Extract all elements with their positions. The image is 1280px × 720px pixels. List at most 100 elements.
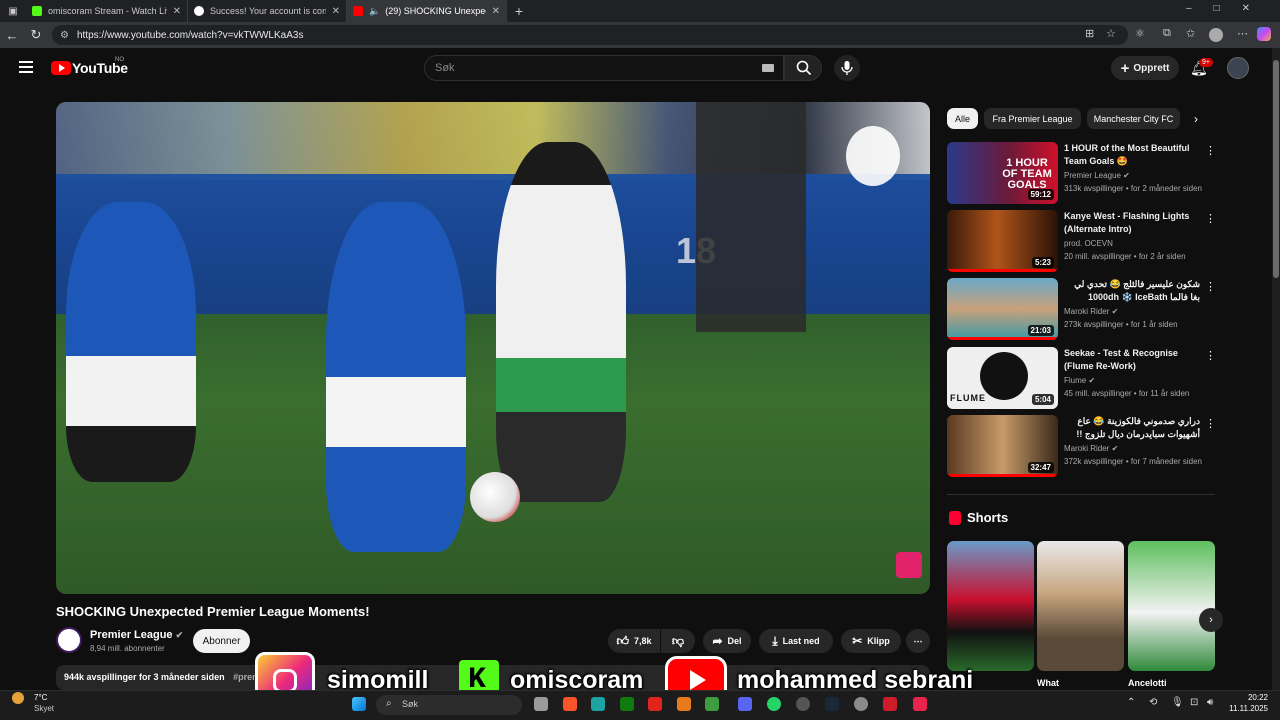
video-title[interactable]: 1 HOUR of the Most Beautiful Team Goals …	[1064, 142, 1200, 168]
short-item[interactable]	[1037, 541, 1124, 671]
video-thumbnail[interactable]: FLUME 5:04	[947, 347, 1058, 409]
taskbar-search[interactable]: Søk	[376, 695, 522, 715]
tray-mic-icon[interactable]: 🎙︎	[1171, 697, 1184, 708]
close-tab-icon[interactable]: ✕	[167, 6, 181, 17]
app-icon[interactable]	[913, 697, 927, 711]
app-icon[interactable]	[883, 697, 897, 711]
recommendation-item[interactable]: 32:47 دراري صدموني فالكوزينة 😂 عاع أشهيو…	[947, 415, 1216, 479]
clock-time[interactable]: 20:22	[1228, 693, 1268, 702]
video-title[interactable]: دراري صدموني فالكوزينة 😂 عاع أشهيوات سبا…	[1064, 415, 1200, 441]
tab-kick[interactable]: omiscoram Stream - Watch Live o ✕	[26, 0, 188, 22]
search-input[interactable]: Søk	[424, 55, 784, 81]
channel-avatar[interactable]	[56, 627, 82, 653]
channel-name[interactable]: Maroki Rider ✔	[1064, 444, 1118, 453]
copilot-icon[interactable]	[1257, 27, 1271, 41]
tab-youtube[interactable]: 🔈 (29) SHOCKING Unexpected Pre ✕	[347, 0, 507, 22]
video-player[interactable]: 18	[56, 102, 930, 594]
video-thumbnail[interactable]: 21:03	[947, 278, 1058, 340]
shorts-next-button[interactable]: ›	[1199, 608, 1223, 632]
scrollbar-thumb[interactable]	[1273, 60, 1279, 278]
youtube-logo-icon[interactable]	[51, 61, 71, 75]
back-icon[interactable]: ←	[0, 28, 24, 43]
more-options-icon[interactable]: ⋮	[1205, 417, 1216, 430]
recommendation-item[interactable]: 5:23 Kanye West - Flashing Lights (Alter…	[947, 210, 1216, 274]
edge-browser-icon[interactable]	[591, 697, 605, 711]
steam-icon[interactable]	[825, 697, 839, 711]
chip-from-premier-league[interactable]: Fra Premier League	[984, 108, 1081, 129]
install-app-icon[interactable]: ⊞	[1085, 27, 1094, 40]
discord-icon[interactable]	[738, 697, 752, 711]
brave-browser-icon[interactable]	[563, 697, 577, 711]
share-button[interactable]: ➦ Del	[703, 629, 751, 653]
tray-app-icon[interactable]: ⟲	[1149, 697, 1157, 708]
tab-actions-icon[interactable]: ▣	[0, 6, 26, 17]
tab-search-icon[interactable]: ⧉	[1163, 27, 1171, 40]
channel-name[interactable]: prod. OCEVN	[1064, 239, 1113, 248]
video-thumbnail[interactable]: 5:23	[947, 210, 1058, 272]
download-button[interactable]: ⤓ Last ned	[759, 629, 833, 653]
network-icon[interactable]: ⊡	[1190, 697, 1198, 708]
new-tab-icon[interactable]: +	[507, 3, 531, 19]
short-item[interactable]	[1128, 541, 1215, 671]
menu-icon[interactable]	[19, 61, 33, 76]
bookmark-star-icon[interactable]: ☆	[1106, 27, 1116, 40]
whatsapp-icon[interactable]	[767, 697, 781, 711]
temperature[interactable]: 7°C	[34, 693, 47, 702]
video-title[interactable]: شكون عليسير فالثلج 😂 تحدي لي بغا فالما 1…	[1064, 278, 1200, 304]
search-button[interactable]	[784, 55, 822, 81]
dislike-button[interactable]: 👎︎	[661, 629, 695, 653]
more-options-icon[interactable]: ⋮	[1205, 212, 1216, 225]
keyboard-icon[interactable]	[762, 64, 774, 72]
video-title[interactable]: Seekae - Test & Recognise (Flume Re-Work…	[1064, 347, 1200, 373]
channel-name[interactable]: Flume ✔	[1064, 376, 1095, 385]
recommendation-item[interactable]: 1 HOUR OF TEAM GOALS 59:12 1 HOUR of the…	[947, 142, 1216, 206]
tray-overflow-icon[interactable]: ⌃	[1127, 697, 1135, 708]
settings-icon[interactable]	[854, 697, 868, 711]
windows-start-icon[interactable]	[352, 697, 366, 711]
app-icon[interactable]	[677, 697, 691, 711]
video-title[interactable]: Kanye West - Flashing Lights (Alternate …	[1064, 210, 1200, 236]
clip-button[interactable]: ✂ Klipp	[841, 629, 901, 653]
speaker-icon[interactable]: 🔈	[369, 6, 380, 17]
channel-name[interactable]: Maroki Rider ✔	[1064, 307, 1118, 316]
short-title[interactable]: What	[1037, 678, 1059, 688]
subscribe-button[interactable]: Abonner	[193, 629, 250, 653]
favorites-icon[interactable]: ✩	[1186, 27, 1195, 40]
tab-success[interactable]: Success! Your account is connecte ✕	[188, 0, 347, 22]
clock-date[interactable]: 11.11.2025	[1216, 704, 1268, 713]
chevron-right-icon[interactable]: ›	[1194, 112, 1198, 126]
more-options-icon[interactable]: ⋮	[1205, 280, 1216, 293]
short-title[interactable]: Ancelotti	[1128, 678, 1167, 688]
close-tab-icon[interactable]: ✕	[326, 6, 340, 17]
create-button[interactable]: + Opprett	[1111, 56, 1179, 80]
account-avatar[interactable]	[1227, 57, 1249, 79]
task-view-icon[interactable]	[534, 697, 548, 711]
more-actions-button[interactable]: ⋯	[906, 629, 930, 653]
chip-all[interactable]: Alle	[947, 108, 978, 129]
video-thumbnail[interactable]: 32:47	[947, 415, 1058, 477]
app-icon[interactable]	[705, 697, 719, 711]
recommendation-item[interactable]: 21:03 شكون عليسير فالثلج 😂 تحدي لي بغا ف…	[947, 278, 1216, 342]
xbox-icon[interactable]	[620, 697, 634, 711]
chip-manchester-city[interactable]: Manchester City FC	[1087, 108, 1180, 129]
like-button[interactable]: 👍︎ 7,8k	[608, 629, 660, 653]
more-options-icon[interactable]: ⋮	[1205, 349, 1216, 362]
more-options-icon[interactable]: ⋮	[1205, 144, 1216, 157]
address-bar[interactable]: ⚙ https://www.youtube.com/watch?v=vkTWWL…	[52, 25, 1128, 45]
weather-icon[interactable]	[12, 692, 24, 704]
window-controls[interactable]: –□✕	[1186, 3, 1272, 14]
video-thumbnail[interactable]: 1 HOUR OF TEAM GOALS 59:12	[947, 142, 1058, 204]
app-icon[interactable]	[648, 697, 662, 711]
recommendation-item[interactable]: FLUME 5:04 Seekae - Test & Recognise (Fl…	[947, 347, 1216, 411]
reload-icon[interactable]: ↻	[24, 27, 48, 43]
app-icon[interactable]	[796, 697, 810, 711]
volume-icon[interactable]: 🔊︎	[1207, 697, 1213, 708]
profile-icon[interactable]	[1209, 28, 1223, 42]
close-tab-icon[interactable]: ✕	[486, 6, 500, 17]
voice-search-button[interactable]	[834, 55, 860, 81]
menu-dots-icon[interactable]: ⋯	[1237, 27, 1248, 40]
extensions-icon[interactable]: ⚛	[1135, 27, 1145, 40]
channel-name[interactable]: Premier League ✔	[1064, 171, 1130, 180]
channel-name[interactable]: Premier League ✔	[90, 629, 183, 641]
site-info-icon[interactable]: ⚙	[60, 30, 69, 41]
